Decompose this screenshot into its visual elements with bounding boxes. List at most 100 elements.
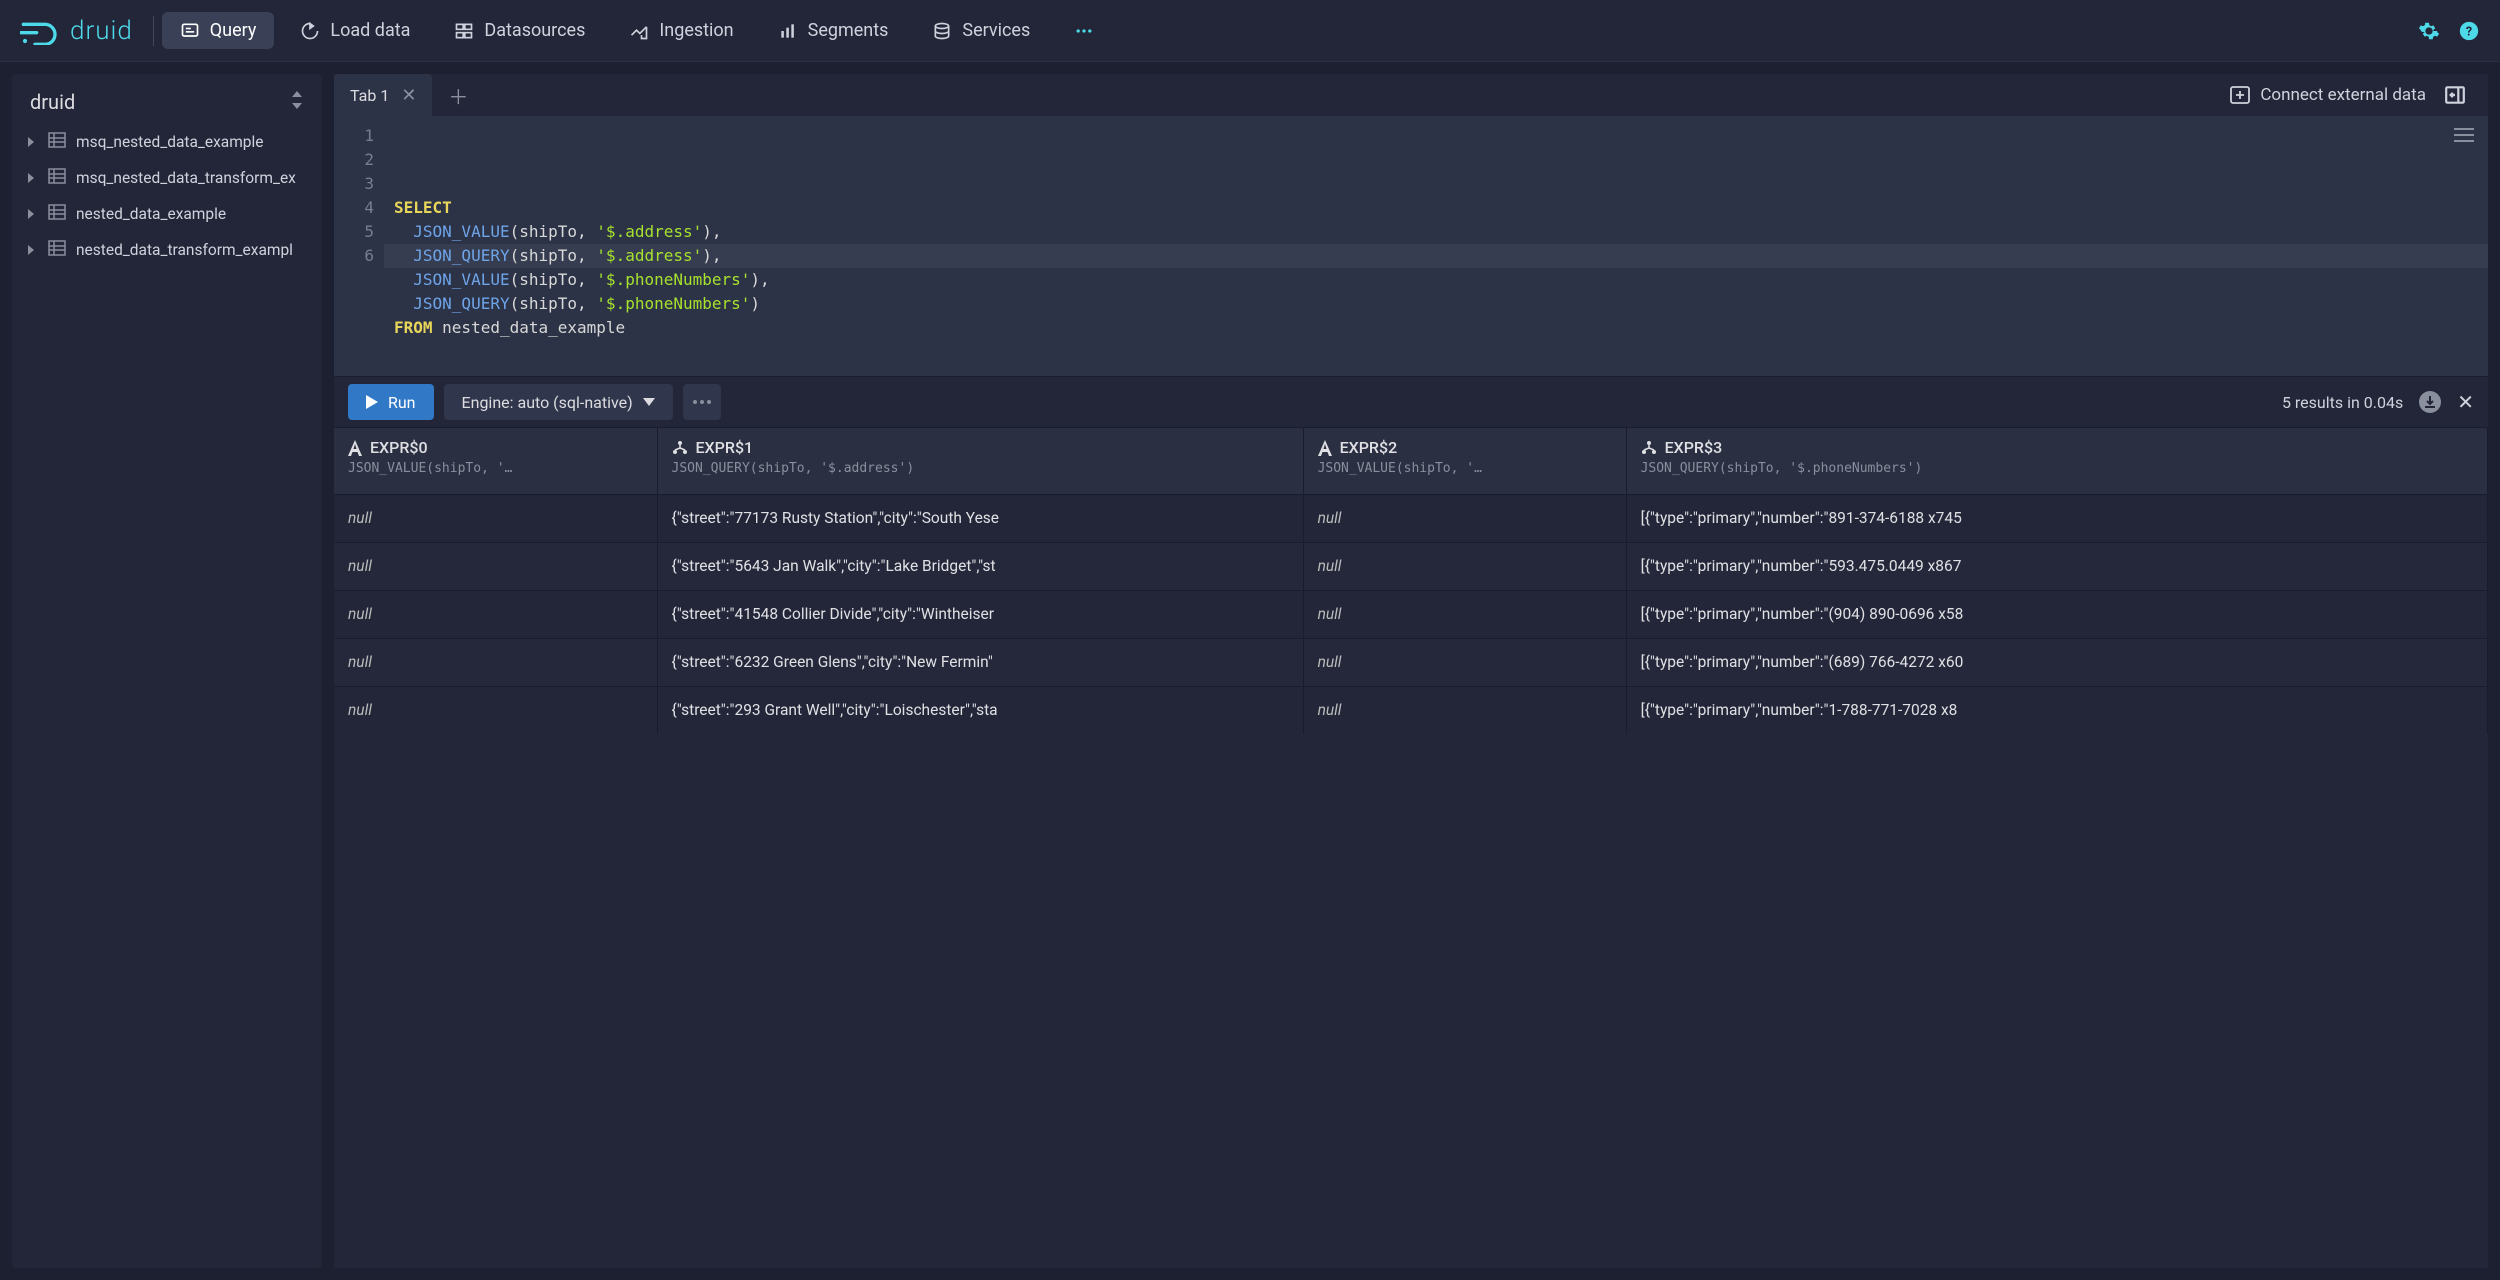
complex-type-icon: [1641, 441, 1657, 455]
column-name: EXPR$2: [1340, 438, 1398, 457]
nav-item-services[interactable]: Services: [914, 12, 1048, 49]
connect-label: Connect external data: [2260, 85, 2426, 105]
engine-select[interactable]: Engine: auto (sql-native): [444, 384, 673, 420]
connect-icon: [2230, 86, 2250, 104]
table-cell[interactable]: [{"type":"primary","number":"1-788-771-7…: [1626, 686, 2487, 734]
sidebar-item-label: msq_nested_data_transform_ex: [76, 169, 296, 187]
more-icon: [692, 399, 712, 405]
table-cell[interactable]: {"street":"6232 Green Glens","city":"New…: [657, 638, 1303, 686]
sidebar-item-table[interactable]: nested_data_transform_exampl: [12, 232, 322, 268]
sidebar-item-label: nested_data_example: [76, 205, 226, 223]
nav-item-segments[interactable]: Segments: [760, 12, 907, 49]
table-cell[interactable]: null: [334, 494, 657, 542]
tab-close-icon[interactable]: ✕: [401, 85, 416, 106]
tab-add-button[interactable]: ＋: [432, 81, 484, 110]
chevron-right-icon: [26, 169, 38, 187]
string-type-icon: [1318, 440, 1332, 456]
more-icon: [1074, 21, 1094, 41]
column-header[interactable]: EXPR$3 JSON_QUERY(shipTo, '$.phoneNumber…: [1626, 428, 2487, 494]
nav-item-query[interactable]: Query: [162, 12, 275, 49]
sidebar-item-table[interactable]: msq_nested_data_example: [12, 124, 322, 160]
run-label: Run: [388, 393, 416, 412]
table-header-row: EXPR$0 JSON_VALUE(shipTo, '… EXPR$1 JSON…: [334, 428, 2488, 494]
code-area[interactable]: SELECT JSON_VALUE(shipTo, '$.address'), …: [384, 116, 2488, 376]
nav-item-datasources[interactable]: Datasources: [436, 12, 603, 49]
string-type-icon: [348, 440, 362, 456]
table-row[interactable]: null{"street":"77173 Rusty Station","cit…: [334, 494, 2488, 542]
tabbar-right: Connect external data: [2230, 84, 2480, 106]
tab-item[interactable]: Tab 1 ✕: [334, 74, 432, 116]
main-area: druid msq_nested_data_example msq_nested…: [0, 62, 2500, 1280]
column-header[interactable]: EXPR$1 JSON_QUERY(shipTo, '$.address'): [657, 428, 1303, 494]
column-header[interactable]: EXPR$2 JSON_VALUE(shipTo, '…: [1303, 428, 1626, 494]
table-cell[interactable]: null: [1303, 686, 1626, 734]
menu-icon: [2454, 127, 2474, 143]
sidebar-item-table[interactable]: msq_nested_data_transform_ex: [12, 160, 322, 196]
table-cell[interactable]: [{"type":"primary","number":"(904) 890-0…: [1626, 590, 2487, 638]
nav-item-ingestion[interactable]: Ingestion: [611, 12, 751, 49]
download-button[interactable]: [2419, 391, 2441, 413]
table-cell[interactable]: null: [1303, 590, 1626, 638]
nav-label: Segments: [808, 20, 889, 41]
table-cell[interactable]: null: [334, 686, 657, 734]
nav-label: Ingestion: [659, 20, 733, 41]
table-cell[interactable]: {"street":"5643 Jan Walk","city":"Lake B…: [657, 542, 1303, 590]
table-cell[interactable]: null: [334, 590, 657, 638]
query-icon: [180, 21, 200, 41]
sidebar-sort-icon[interactable]: [290, 90, 304, 114]
nav-item-more[interactable]: [1056, 13, 1112, 49]
table-row[interactable]: null{"street":"41548 Collier Divide","ci…: [334, 590, 2488, 638]
sort-icon: [290, 91, 304, 109]
logo[interactable]: druid: [20, 16, 133, 46]
main-nav: Query Load data Datasources Ingestion Se…: [162, 12, 2418, 49]
connect-external-data-button[interactable]: Connect external data: [2230, 85, 2426, 105]
run-button[interactable]: Run: [348, 384, 434, 420]
table-cell[interactable]: null: [334, 638, 657, 686]
line-gutter: 123456: [334, 116, 384, 376]
table-cell[interactable]: [{"type":"primary","number":"(689) 766-4…: [1626, 638, 2487, 686]
table-icon: [48, 168, 66, 188]
nav-item-load-data[interactable]: Load data: [282, 12, 428, 49]
services-icon: [932, 21, 952, 41]
nav-label: Load data: [330, 20, 410, 41]
engine-label: Engine: auto (sql-native): [462, 393, 633, 412]
column-name: EXPR$1: [696, 438, 754, 457]
table-cell[interactable]: {"street":"41548 Collier Divide","city":…: [657, 590, 1303, 638]
sidebar-item-label: msq_nested_data_example: [76, 133, 264, 151]
column-header[interactable]: EXPR$0 JSON_VALUE(shipTo, '…: [334, 428, 657, 494]
help-button[interactable]: ?: [2458, 20, 2480, 42]
table-cell[interactable]: {"street":"293 Grant Well","city":"Loisc…: [657, 686, 1303, 734]
editor-menu-button[interactable]: [2454, 126, 2474, 150]
table-cell[interactable]: [{"type":"primary","number":"593.475.044…: [1626, 542, 2487, 590]
table-icon: [48, 204, 66, 224]
sidebar-item-table[interactable]: nested_data_example: [12, 196, 322, 232]
sql-editor[interactable]: 123456 SELECT JSON_VALUE(shipTo, '$.addr…: [334, 116, 2488, 376]
ingestion-icon: [629, 21, 649, 41]
chevron-right-icon: [26, 133, 38, 151]
more-options-button[interactable]: [683, 384, 721, 420]
settings-button[interactable]: [2418, 20, 2440, 42]
table-cell[interactable]: null: [334, 542, 657, 590]
table-cell[interactable]: {"street":"77173 Rusty Station","city":"…: [657, 494, 1303, 542]
collapse-icon: [2444, 84, 2466, 106]
table-cell[interactable]: null: [1303, 638, 1626, 686]
column-expression: JSON_VALUE(shipTo, '…: [348, 461, 643, 476]
table-icon: [48, 132, 66, 152]
sidebar-header[interactable]: druid: [12, 80, 322, 124]
table-row[interactable]: null{"street":"293 Grant Well","city":"L…: [334, 686, 2488, 734]
close-results-button[interactable]: ✕: [2457, 390, 2474, 414]
table-row[interactable]: null{"street":"6232 Green Glens","city":…: [334, 638, 2488, 686]
table-cell[interactable]: null: [1303, 494, 1626, 542]
chevron-down-icon: [643, 398, 655, 406]
table-icon: [48, 240, 66, 260]
nav-label: Services: [962, 20, 1030, 41]
table-cell[interactable]: null: [1303, 542, 1626, 590]
column-expression: JSON_QUERY(shipTo, '$.address'): [672, 461, 1289, 476]
table-row[interactable]: null{"street":"5643 Jan Walk","city":"La…: [334, 542, 2488, 590]
panel-collapse-button[interactable]: [2444, 84, 2466, 106]
results-table[interactable]: EXPR$0 JSON_VALUE(shipTo, '… EXPR$1 JSON…: [334, 428, 2488, 1268]
top-bar: druid Query Load data Datasources Ingest…: [0, 0, 2500, 62]
table-cell[interactable]: [{"type":"primary","number":"891-374-618…: [1626, 494, 2487, 542]
separator: [153, 16, 154, 46]
play-icon: [366, 395, 378, 409]
